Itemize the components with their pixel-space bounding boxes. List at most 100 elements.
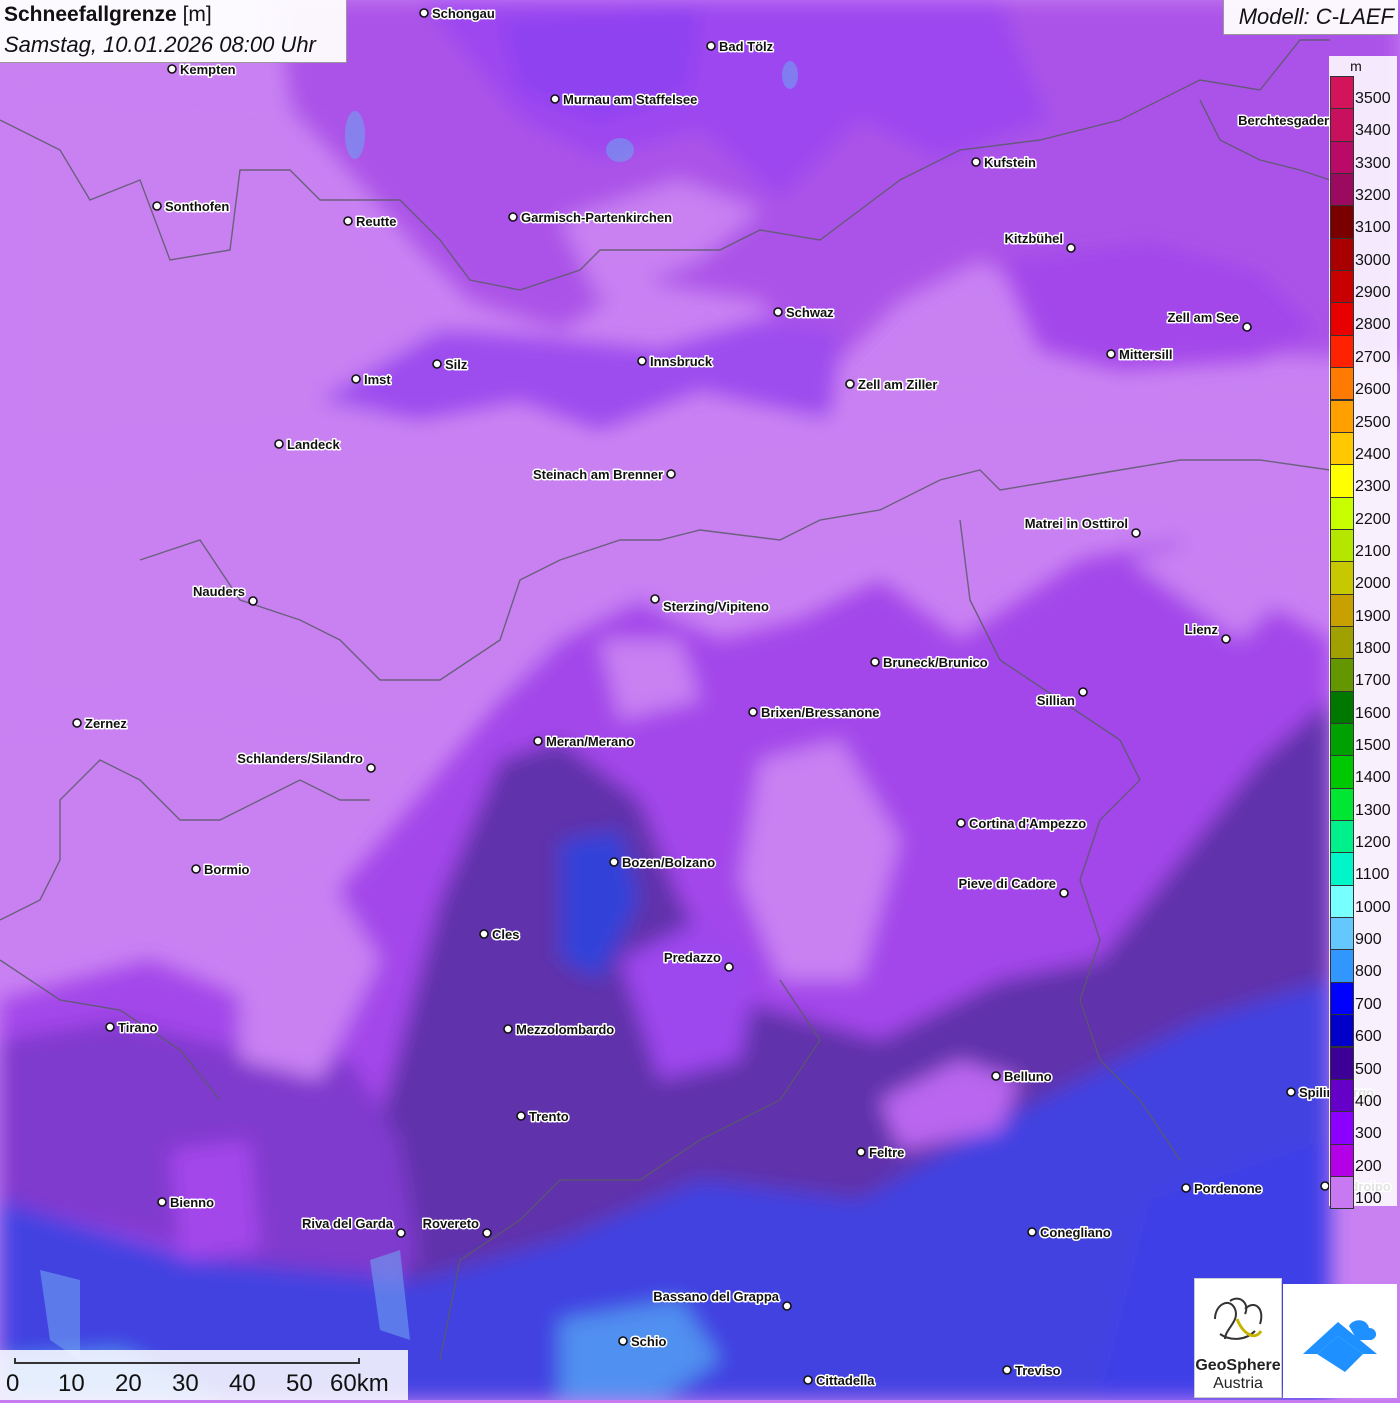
city-marker[interactable]: Meran/Merano — [533, 733, 636, 751]
city-label: Silz — [445, 357, 468, 372]
city-marker[interactable]: Brixen/Bressanone — [748, 704, 881, 722]
title-unit: [m] — [182, 3, 212, 26]
legend-label: 2300 — [1355, 478, 1391, 496]
city-marker[interactable]: Garmisch-Partenkirchen — [508, 209, 674, 227]
legend-swatch — [1330, 1078, 1354, 1113]
city-marker[interactable]: Cortina d'Ampezzo — [956, 815, 1088, 833]
legend-swatch — [1330, 981, 1354, 1016]
city-dot — [803, 1375, 813, 1385]
city-dot — [609, 857, 619, 867]
city-label: Riva del Garda — [302, 1216, 394, 1231]
weather-app-logo[interactable] — [1283, 1284, 1397, 1398]
city-label: Kempten — [180, 62, 236, 77]
geosphere-logo[interactable]: GeoSphere Austria — [1194, 1278, 1282, 1398]
city-dot — [845, 379, 855, 389]
city-dot — [248, 596, 258, 606]
scale-bar-label: 10 — [58, 1370, 85, 1397]
legend-swatch — [1330, 76, 1354, 110]
legend-label: 1700 — [1355, 672, 1391, 690]
legend-label: 2200 — [1355, 510, 1391, 528]
city-label: Pordenone — [1194, 1181, 1262, 1196]
legend-label: 3100 — [1355, 219, 1391, 237]
city-dot — [550, 94, 560, 104]
city-dot — [637, 356, 647, 366]
city-label: Schio — [631, 1334, 666, 1349]
city-label: Landeck — [287, 437, 341, 452]
legend-swatch — [1330, 464, 1354, 498]
city-dot — [666, 469, 676, 479]
legend-label: 1900 — [1355, 607, 1391, 625]
city-label: Imst — [364, 372, 391, 387]
city-marker[interactable]: Steinach am Brenner — [531, 466, 676, 484]
color-legend: m 3500 3400 3300 3200 3100 3000 2900 2800 2700 26… — [1329, 56, 1397, 1210]
legend-label: 2900 — [1355, 284, 1391, 302]
legend-label: 3300 — [1355, 154, 1391, 172]
city-label: Nauders — [193, 584, 245, 599]
legend-label: 600 — [1355, 1028, 1382, 1046]
legend-swatch — [1330, 884, 1354, 919]
scale-bar-label: 20 — [115, 1370, 142, 1397]
city-label: Zell am See — [1167, 310, 1239, 325]
legend-swatch — [1330, 528, 1354, 563]
city-label: Bad Tölz — [719, 39, 774, 54]
city-marker[interactable]: Pordenone — [1181, 1180, 1263, 1198]
city-dot — [1078, 687, 1088, 697]
city-label: Lienz — [1185, 622, 1219, 637]
city-marker[interactable]: Conegliano — [1027, 1224, 1112, 1242]
city-dot — [782, 1301, 792, 1311]
city-dot — [479, 929, 489, 939]
legend-swatch — [1330, 1046, 1354, 1080]
legend-label: 2100 — [1355, 542, 1391, 560]
legend-swatch — [1330, 140, 1354, 175]
city-label: Sterzing/Vipiteno — [663, 599, 769, 614]
city-dot — [724, 962, 734, 972]
city-label: Cles — [492, 927, 519, 942]
city-dot — [105, 1022, 115, 1032]
legend-swatch — [1330, 302, 1354, 336]
legend-swatch — [1330, 625, 1354, 660]
title-variable: Schneefallgrenze — [4, 3, 177, 26]
legend-swatch — [1330, 658, 1354, 692]
legend-swatch — [1330, 690, 1354, 724]
model-box: Modell: C-LAEF — [1223, 0, 1398, 35]
scale-bar-label: 50 — [286, 1370, 313, 1397]
city-dot — [971, 157, 981, 167]
city-dot — [1242, 322, 1252, 332]
snowfall-line-map[interactable]: Schongau Bad Tölz Kempten Murnau am Staffel… — [0, 0, 1400, 1400]
city-dot — [274, 439, 284, 449]
scale-bar-line — [14, 1358, 360, 1364]
city-dot — [1181, 1183, 1191, 1193]
legend-label: 3000 — [1355, 251, 1391, 269]
city-dot — [516, 1111, 526, 1121]
legend-label: 1400 — [1355, 769, 1391, 787]
city-marker[interactable]: Innsbruck — [637, 353, 714, 371]
legend-label: 200 — [1355, 1157, 1382, 1175]
city-dot — [191, 864, 201, 874]
city-label: Rovereto — [423, 1216, 479, 1231]
city-label: Conegliano — [1040, 1225, 1111, 1240]
city-label: Cortina d'Ampezzo — [969, 816, 1086, 831]
legend-label: 800 — [1355, 963, 1382, 981]
legend-label: 2400 — [1355, 445, 1391, 463]
city-marker[interactable]: Murnau am Staffelsee — [550, 91, 699, 109]
scale-bar-label: 0 — [6, 1370, 20, 1397]
city-dot — [618, 1336, 628, 1346]
city-marker[interactable]: Mezzolombardo — [503, 1021, 616, 1039]
city-marker[interactable]: Schongau — [419, 5, 496, 23]
legend-swatch — [1330, 755, 1354, 789]
city-marker[interactable]: Bruneck/Brunico — [870, 654, 989, 672]
city-marker[interactable]: Bozen/Bolzano — [609, 854, 717, 872]
city-dot — [1106, 349, 1116, 359]
city-label: Reutte — [356, 214, 396, 229]
city-dot — [351, 374, 361, 384]
legend-swatch — [1330, 334, 1354, 369]
city-marker[interactable]: Sonthofen — [152, 198, 231, 216]
city-label: Feltre — [869, 1145, 904, 1160]
legend-swatch — [1330, 496, 1354, 530]
scale-bar: 0 10 20 30 40 50 60km — [0, 1350, 408, 1400]
legend-swatch — [1330, 205, 1354, 239]
city-dot — [508, 212, 518, 222]
city-marker[interactable]: Zell am Ziller — [845, 376, 939, 394]
city-dot — [482, 1228, 492, 1238]
city-dot — [650, 594, 660, 604]
